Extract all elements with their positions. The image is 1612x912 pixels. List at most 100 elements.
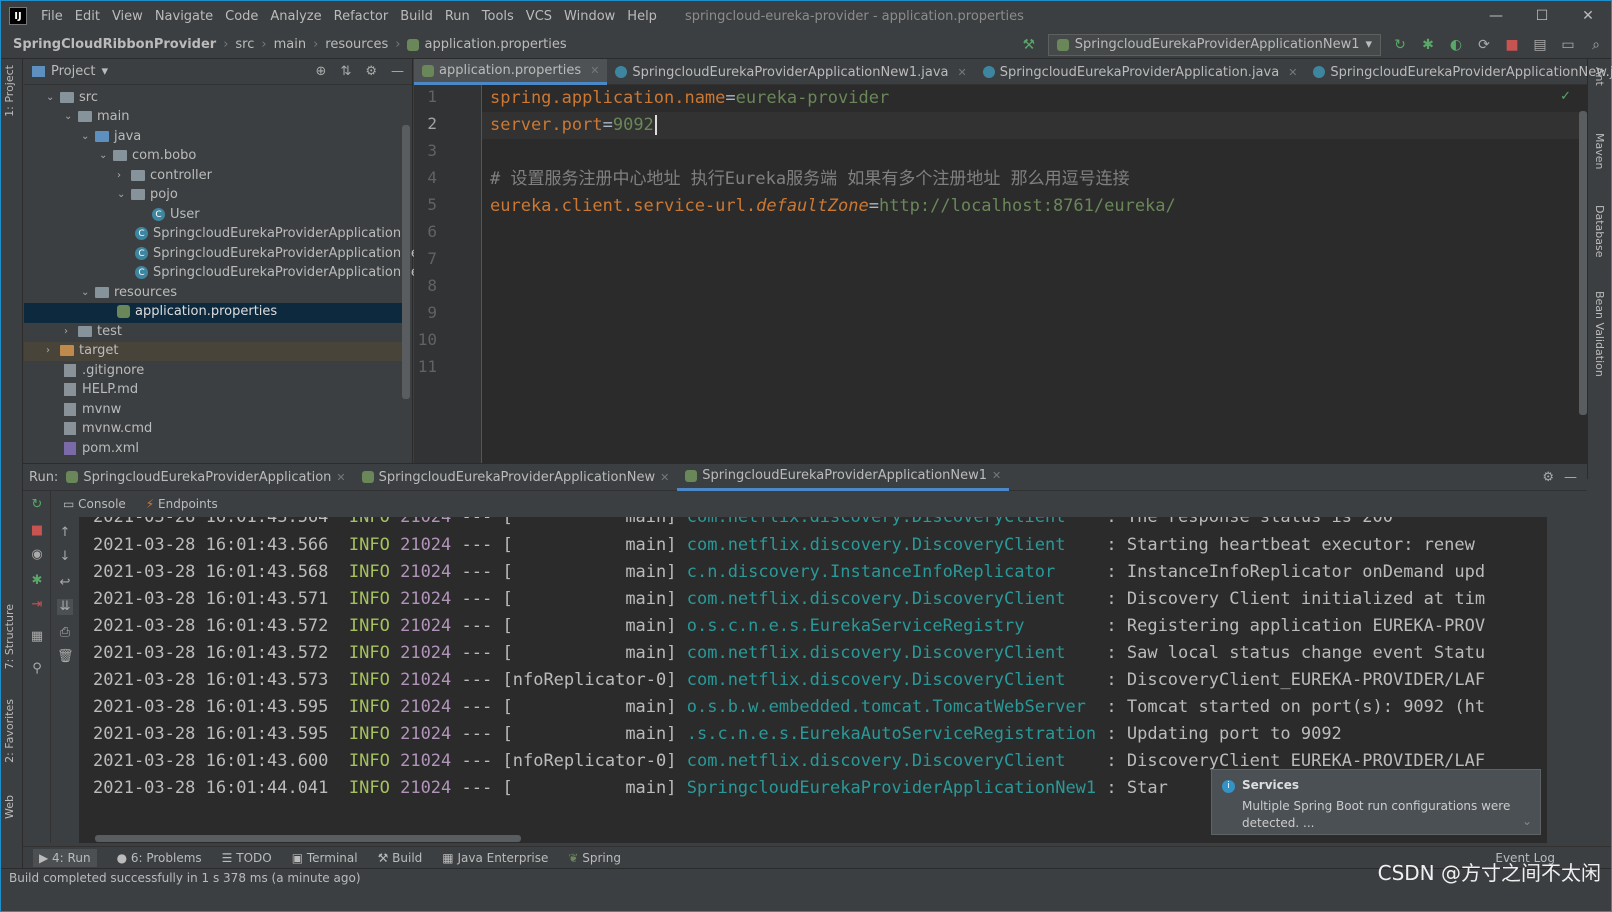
build-hammer-icon[interactable]: ⚒ xyxy=(1020,36,1038,54)
hide-icon[interactable]: — xyxy=(1564,470,1577,485)
rerun-icon[interactable]: ↻ xyxy=(1391,36,1409,54)
close-tab-icon[interactable]: ✕ xyxy=(336,471,345,484)
tree-item-pojo[interactable]: ⌄ pojo xyxy=(117,185,178,204)
menu-file[interactable]: File xyxy=(35,9,69,24)
tree-item-resources[interactable]: ⌄ resources xyxy=(81,283,177,302)
status-message[interactable]: Build completed successfully in 1 s 378 … xyxy=(9,871,361,885)
tool-tab-database[interactable]: Database xyxy=(1593,205,1606,258)
chevron-down-icon[interactable]: ⌄ xyxy=(1522,814,1532,828)
menu-run[interactable]: Run xyxy=(439,9,476,24)
tree-item-java[interactable]: ⌄ java xyxy=(81,127,141,146)
tree-item-application-properties[interactable]: application.properties xyxy=(117,302,277,321)
menu-vcs[interactable]: VCS xyxy=(520,9,558,24)
stop-icon[interactable]: ■ xyxy=(29,523,45,539)
tool-run[interactable]: ▶ 4: Run xyxy=(33,848,97,867)
tree-item-app-new[interactable]: C SpringcloudEurekaProviderApplicationNew xyxy=(135,244,429,263)
tab-app-java[interactable]: SpringcloudEurekaProviderApplication.jav… xyxy=(975,59,1306,85)
tool-build[interactable]: ⚒ Build xyxy=(378,851,423,865)
trash-icon[interactable]: 🗑 xyxy=(57,649,74,665)
locate-icon[interactable]: ⊕ xyxy=(316,64,327,79)
menu-view[interactable]: View xyxy=(106,9,149,24)
code-content[interactable]: spring.application.name=eureka-provider … xyxy=(490,85,1573,479)
menu-edit[interactable]: Edit xyxy=(69,9,106,24)
tree-item-mvnw[interactable]: mvnw xyxy=(64,400,121,419)
close-tab-icon[interactable]: ✕ xyxy=(590,64,599,77)
menu-analyze[interactable]: Analyze xyxy=(264,9,327,24)
tree-item-src[interactable]: ⌄ src xyxy=(46,88,98,107)
tool-tab-maven[interactable]: Maven xyxy=(1593,133,1606,169)
hide-icon[interactable]: — xyxy=(391,64,404,79)
search-icon[interactable]: ⌕ xyxy=(1587,36,1605,54)
tab-application-properties[interactable]: application.properties ✕ xyxy=(414,59,608,85)
project-structure-icon[interactable]: ▤ xyxy=(1531,36,1549,54)
tree-item-user[interactable]: C User xyxy=(152,205,200,224)
breadcrumb-file[interactable]: application.properties xyxy=(424,37,566,52)
tool-tab-structure[interactable]: 7: Structure xyxy=(3,604,16,669)
tab-endpoints[interactable]: ⚡ Endpoints xyxy=(146,497,218,511)
close-tab-icon[interactable]: ✕ xyxy=(992,469,1001,482)
tree-item-controller[interactable]: › controller xyxy=(117,166,212,185)
gear-icon[interactable]: ⚙ xyxy=(1542,470,1554,485)
tool-tab-project[interactable]: 1: Project xyxy=(3,65,16,117)
scroll-to-end-icon[interactable]: ⇊ xyxy=(57,599,73,615)
project-scrollbar[interactable] xyxy=(402,125,410,399)
rerun-icon[interactable]: ↻ xyxy=(29,497,45,513)
menu-refactor[interactable]: Refactor xyxy=(328,9,395,24)
menu-window[interactable]: Window xyxy=(558,9,621,24)
menu-build[interactable]: Build xyxy=(394,9,439,24)
arrow-down-icon[interactable]: ↓ xyxy=(57,549,73,565)
tree-item-package[interactable]: ⌄ com.bobo xyxy=(99,146,196,165)
debug-icon[interactable]: ✱ xyxy=(29,573,45,589)
tool-spring[interactable]: ❦ Spring xyxy=(568,851,621,865)
breadcrumb-main[interactable]: main xyxy=(274,37,306,52)
tab-app-new-java[interactable]: SpringcloudEurekaProviderApplicationNew.… xyxy=(1305,59,1612,85)
notification-body[interactable]: Multiple Spring Boot run configurations … xyxy=(1242,798,1530,832)
profile-icon[interactable]: ⟳ xyxy=(1475,36,1493,54)
project-panel-title[interactable]: Project xyxy=(51,64,95,79)
menu-help[interactable]: Help xyxy=(621,9,663,24)
tab-console[interactable]: ▭ Console xyxy=(63,497,126,511)
minimize-icon[interactable]: — xyxy=(1473,8,1519,24)
debug-icon[interactable]: ✱ xyxy=(1419,36,1437,54)
breadcrumb-resources[interactable]: resources xyxy=(325,37,388,52)
editor-scrollbar[interactable] xyxy=(1579,111,1587,415)
close-tab-icon[interactable]: ✕ xyxy=(1288,66,1297,79)
tab-app-new1-java[interactable]: SpringcloudEurekaProviderApplicationNew1… xyxy=(607,59,974,85)
menu-navigate[interactable]: Navigate xyxy=(149,9,219,24)
close-icon[interactable]: ✕ xyxy=(1565,8,1611,24)
close-tab-icon[interactable]: ✕ xyxy=(958,66,967,79)
services-notification[interactable]: i Services Multiple Spring Boot run conf… xyxy=(1211,769,1541,835)
tool-tab-web[interactable]: Web xyxy=(3,795,16,819)
breadcrumb-src[interactable]: src xyxy=(235,37,254,52)
tree-item-help[interactable]: HELP.md xyxy=(64,380,138,399)
camera-icon[interactable]: ◉ xyxy=(29,547,45,563)
breadcrumb-project[interactable]: SpringCloudRibbonProvider xyxy=(13,37,216,52)
menu-code[interactable]: Code xyxy=(219,9,264,24)
soft-wrap-icon[interactable]: ↩ xyxy=(57,575,73,591)
console-horizontal-scrollbar[interactable] xyxy=(95,835,521,842)
exit-icon[interactable]: ⇥ xyxy=(29,597,45,613)
arrow-up-icon[interactable]: ↑ xyxy=(57,525,73,541)
menu-tools[interactable]: Tools xyxy=(476,9,520,24)
maximize-icon[interactable]: ☐ xyxy=(1519,8,1565,24)
run-tab-app-new[interactable]: SpringcloudEurekaProviderApplicationNew ✕ xyxy=(354,463,678,491)
run-tab-app-new1[interactable]: SpringcloudEurekaProviderApplicationNew1… xyxy=(677,463,1010,491)
tree-item-gitignore[interactable]: .gitignore xyxy=(64,361,144,380)
layout-icon[interactable]: ▭ xyxy=(1559,36,1577,54)
tree-item-app[interactable]: C SpringcloudEurekaProviderApplication xyxy=(135,224,401,243)
code-line-2[interactable]: server.port=9092 xyxy=(490,112,657,139)
tool-problems[interactable]: ● 6: Problems xyxy=(117,851,202,865)
tree-item-app-new1[interactable]: C SpringcloudEurekaProviderApplicationNew… xyxy=(135,263,438,282)
tree-item-mvnw-cmd[interactable]: mvnw.cmd xyxy=(64,419,152,438)
tree-item-target[interactable]: › target xyxy=(46,341,119,360)
tool-tab-favorites[interactable]: 2: Favorites xyxy=(3,699,16,763)
close-tab-icon[interactable]: ✕ xyxy=(660,471,669,484)
layout-icon[interactable]: ▦ xyxy=(29,629,45,645)
run-tab-app[interactable]: SpringcloudEurekaProviderApplication ✕ xyxy=(58,463,353,491)
pin-icon[interactable]: ⚲ xyxy=(29,661,45,677)
stop-icon[interactable]: ■ xyxy=(1503,36,1521,54)
tree-item-main[interactable]: ⌄ main xyxy=(64,107,129,126)
collapse-all-icon[interactable]: ⇅ xyxy=(340,64,351,79)
inspection-ok-icon[interactable]: ✓ xyxy=(1560,89,1571,104)
tool-todo[interactable]: ☰ TODO xyxy=(222,851,272,865)
